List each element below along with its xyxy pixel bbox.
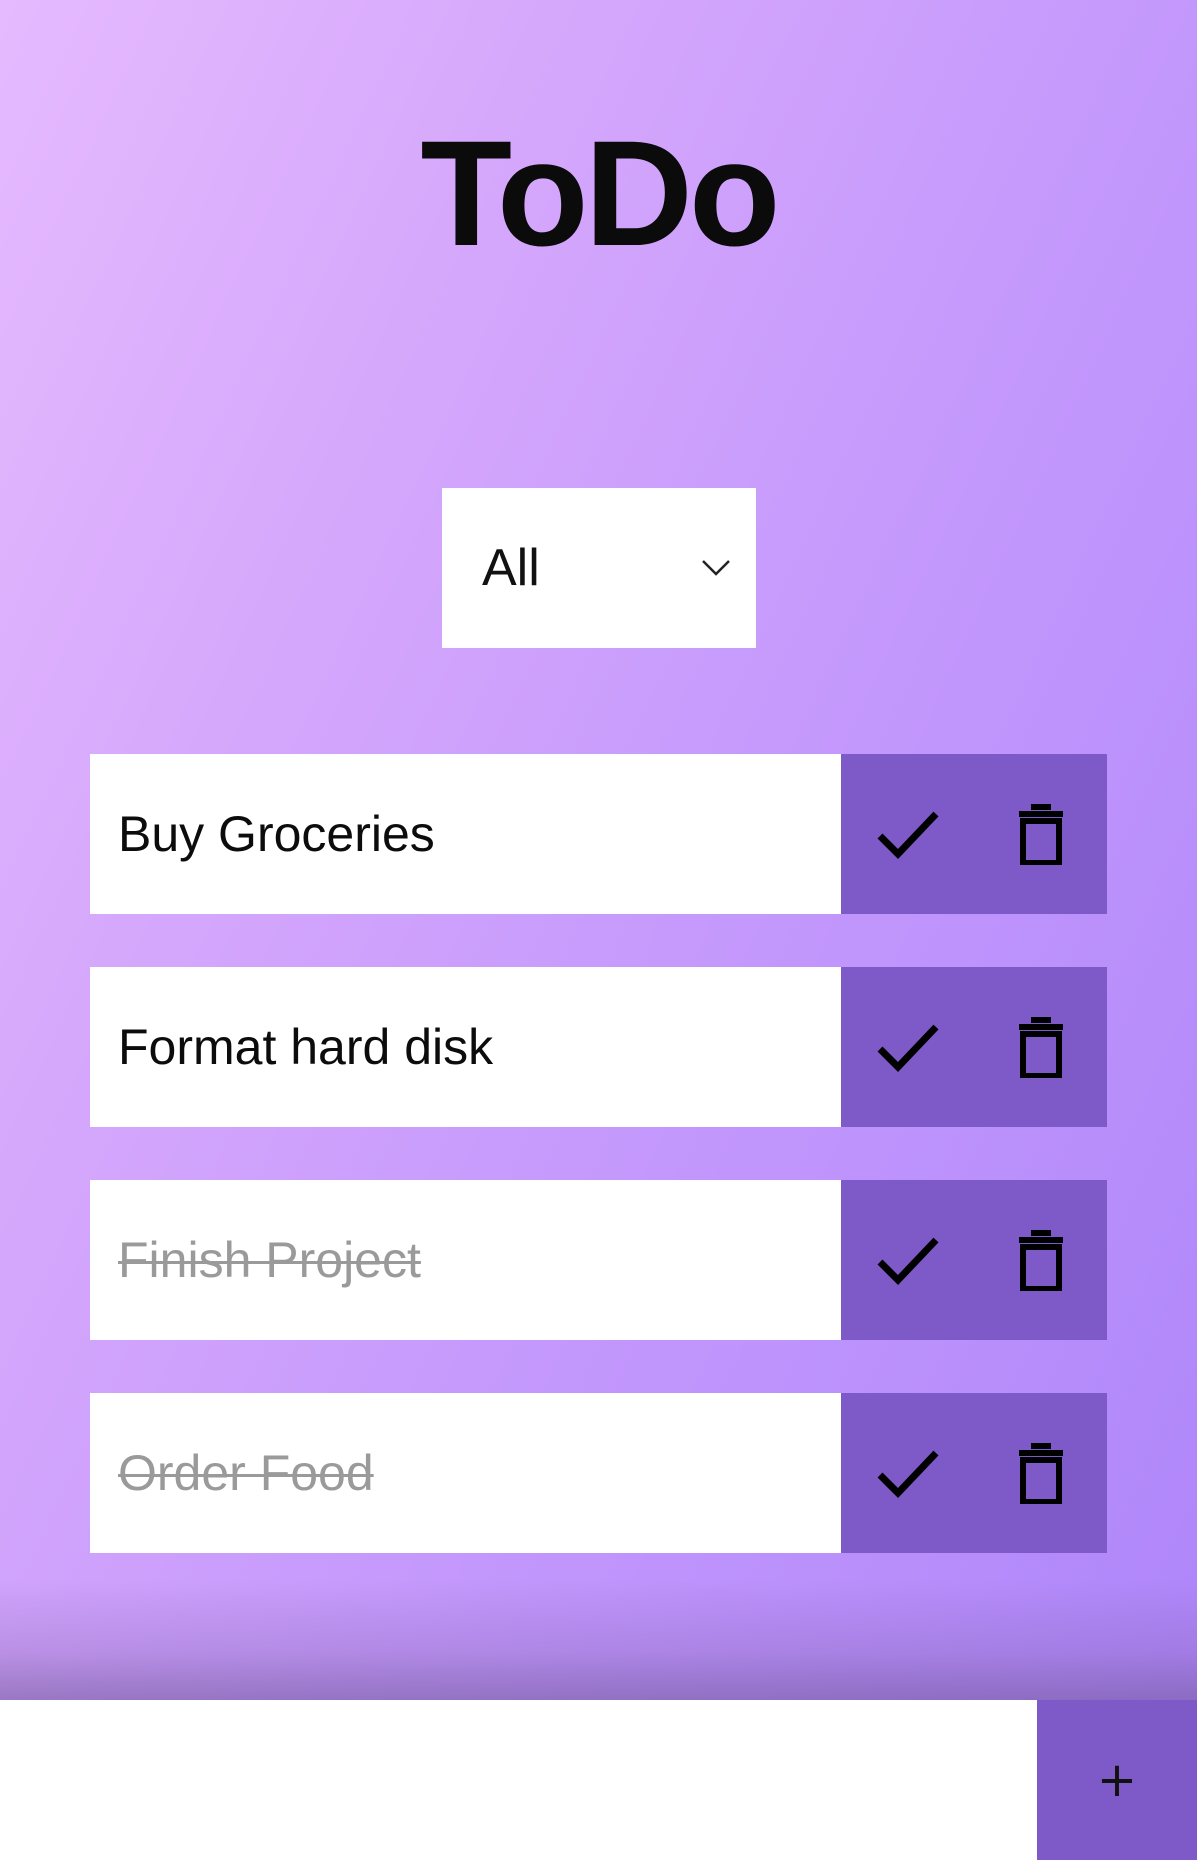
check-icon bbox=[877, 1237, 939, 1286]
complete-button[interactable] bbox=[841, 967, 974, 1127]
todo-text-box: Finish Project bbox=[90, 1180, 841, 1340]
todo-text-box: Format hard disk bbox=[90, 967, 841, 1127]
todo-actions bbox=[841, 1180, 1107, 1340]
filter-selected-value: All bbox=[482, 539, 540, 597]
todo-text: Finish Project bbox=[118, 1232, 421, 1288]
app-title: ToDo bbox=[420, 109, 780, 277]
add-todo-button[interactable]: + bbox=[1037, 1700, 1197, 1860]
trash-icon bbox=[1018, 1017, 1063, 1078]
todo-item-completed: Order Food bbox=[90, 1393, 1107, 1553]
todo-actions bbox=[841, 754, 1107, 914]
todo-item: Buy Groceries bbox=[90, 754, 1107, 914]
todo-text: Format hard disk bbox=[118, 1019, 494, 1075]
add-todo-bar: + bbox=[0, 1700, 1197, 1860]
complete-button[interactable] bbox=[841, 754, 974, 914]
complete-button[interactable] bbox=[841, 1180, 974, 1340]
delete-button[interactable] bbox=[974, 1393, 1107, 1553]
todo-text: Order Food bbox=[118, 1445, 374, 1501]
todo-actions bbox=[841, 967, 1107, 1127]
todo-text-box: Order Food bbox=[90, 1393, 841, 1553]
filter-select[interactable]: All bbox=[442, 488, 756, 648]
delete-button[interactable] bbox=[974, 754, 1107, 914]
trash-icon bbox=[1018, 1443, 1063, 1504]
chevron-down-icon bbox=[702, 560, 730, 576]
trash-icon bbox=[1018, 804, 1063, 865]
check-icon bbox=[877, 1450, 939, 1499]
delete-button[interactable] bbox=[974, 1180, 1107, 1340]
check-icon bbox=[877, 811, 939, 860]
todo-text-box: Buy Groceries bbox=[90, 754, 841, 914]
todo-text: Buy Groceries bbox=[118, 806, 435, 862]
delete-button[interactable] bbox=[974, 967, 1107, 1127]
complete-button[interactable] bbox=[841, 1393, 974, 1553]
todo-actions bbox=[841, 1393, 1107, 1553]
check-icon bbox=[877, 1024, 939, 1073]
trash-icon bbox=[1018, 1230, 1063, 1291]
todo-item: Format hard disk bbox=[90, 967, 1107, 1127]
new-todo-input[interactable] bbox=[0, 1700, 1037, 1860]
todo-item-completed: Finish Project bbox=[90, 1180, 1107, 1340]
todo-list: Buy Groceries Format hard disk Finish Pr… bbox=[90, 754, 1107, 1606]
